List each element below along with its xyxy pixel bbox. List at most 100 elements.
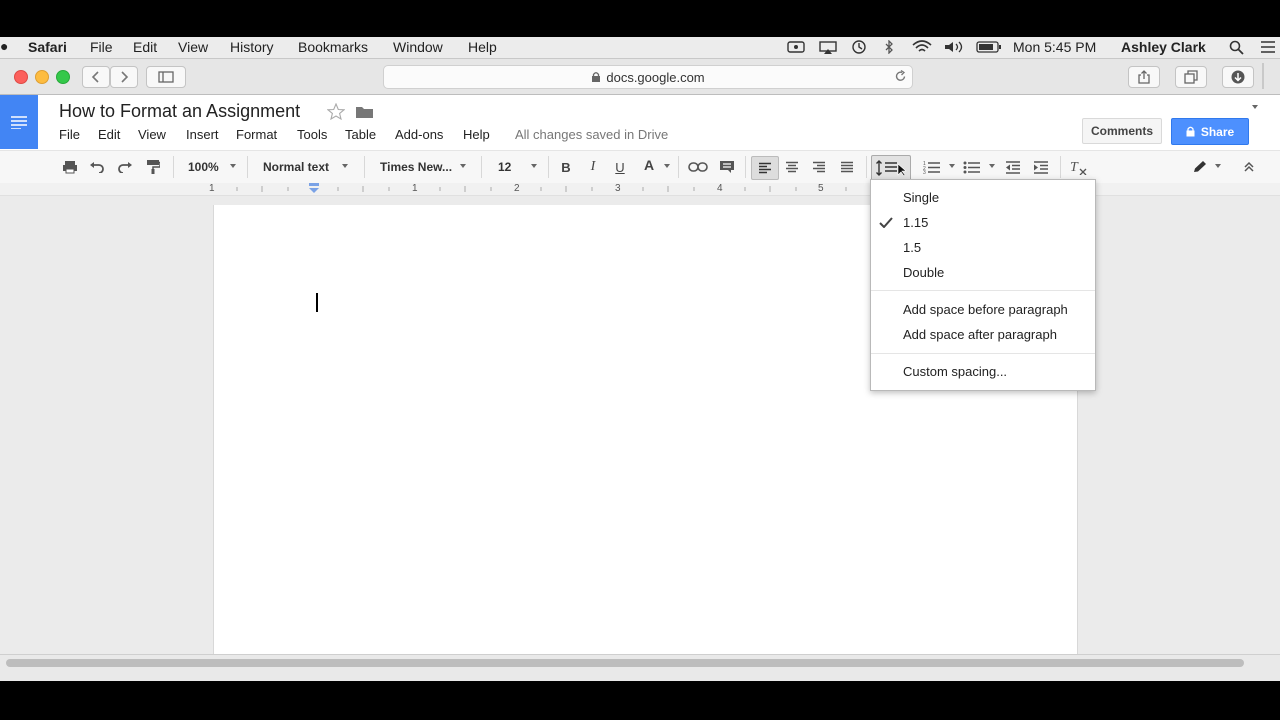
paragraph-style-select[interactable]: Normal text (263, 157, 329, 177)
print-button[interactable] (60, 157, 80, 177)
comments-button[interactable]: Comments (1082, 118, 1162, 144)
window-zoom-icon[interactable] (56, 70, 70, 84)
text-color-chevron-down-icon[interactable] (664, 164, 670, 168)
zoom-chevron-down-icon[interactable] (230, 164, 236, 168)
align-left-button[interactable] (751, 156, 779, 180)
custom-spacing[interactable]: Custom spacing... (903, 364, 1007, 379)
spotlight-search-icon[interactable] (1228, 40, 1246, 55)
menu-user[interactable]: Ashley Clark (1121, 39, 1206, 55)
toolbar-separator (548, 156, 549, 178)
increase-indent-button[interactable] (1031, 157, 1051, 177)
editing-mode-chevron-down-icon[interactable] (1215, 164, 1221, 168)
docs-menu-help[interactable]: Help (463, 127, 490, 142)
redo-button[interactable] (115, 157, 135, 177)
zoom-select[interactable]: 100% (188, 157, 219, 177)
download-icon (1231, 70, 1245, 84)
undo-button[interactable] (87, 157, 107, 177)
docs-menu-file[interactable]: File (59, 127, 80, 142)
notification-center-icon[interactable] (1258, 40, 1278, 54)
address-bar[interactable]: docs.google.com (383, 65, 913, 89)
scrollbar-thumb[interactable] (6, 659, 1244, 667)
account-dropdown-icon[interactable] (1252, 105, 1258, 109)
docs-menu-format[interactable]: Format (236, 127, 277, 142)
volume-icon[interactable] (942, 40, 966, 54)
size-chevron-down-icon[interactable] (531, 164, 537, 168)
insert-link-button[interactable] (687, 157, 709, 177)
menu-bookmarks[interactable]: Bookmarks (298, 39, 368, 55)
time-machine-icon[interactable] (849, 40, 869, 54)
editing-mode-button[interactable] (1190, 157, 1210, 177)
menu-clock[interactable]: Mon 5:45 PM (1013, 39, 1096, 55)
align-right-button[interactable] (809, 157, 829, 177)
menu-window[interactable]: Window (393, 39, 443, 55)
forward-button[interactable] (110, 66, 138, 88)
add-space-after-paragraph[interactable]: Add space after paragraph (903, 327, 1057, 342)
folder-icon[interactable] (355, 105, 374, 119)
toolbar-separator (866, 156, 867, 178)
airplay-icon[interactable] (818, 40, 838, 54)
docs-menu-addons[interactable]: Add-ons (395, 127, 443, 142)
spacing-option-1-5[interactable]: 1.5 (903, 240, 921, 255)
docs-menu-insert[interactable]: Insert (186, 127, 219, 142)
line-spacing-button[interactable] (871, 155, 911, 181)
align-center-button[interactable] (782, 157, 802, 177)
safari-toolbar: docs.google.com (0, 59, 1280, 95)
downloads-button[interactable] (1222, 66, 1254, 88)
docs-home-icon[interactable] (0, 95, 38, 149)
apple-icon[interactable]: ● (0, 38, 8, 54)
underline-button[interactable]: U (612, 157, 628, 177)
font-family-select[interactable]: Times New... (380, 157, 452, 177)
spacing-option-double[interactable]: Double (903, 265, 944, 280)
menu-edit[interactable]: Edit (133, 39, 157, 55)
bulleted-list-button[interactable] (961, 157, 983, 177)
text-color-button[interactable]: A (638, 157, 660, 177)
menu-file[interactable]: File (90, 39, 113, 55)
docs-menu-view[interactable]: View (138, 127, 166, 142)
menu-history[interactable]: History (230, 39, 274, 55)
style-chevron-down-icon[interactable] (342, 164, 348, 168)
reload-icon[interactable] (894, 70, 907, 83)
italic-button[interactable]: I (585, 157, 601, 177)
decrease-indent-button[interactable] (1003, 157, 1023, 177)
spacing-option-1-15[interactable]: 1.15 (903, 215, 928, 230)
sidebar-toggle-button[interactable] (146, 66, 186, 88)
menu-view[interactable]: View (178, 39, 208, 55)
indent-marker-icon[interactable] (308, 183, 320, 195)
document-title[interactable]: How to Format an Assignment (59, 101, 300, 122)
numbered-list-chevron-down-icon[interactable] (949, 164, 955, 168)
window-close-icon[interactable] (14, 70, 28, 84)
docs-menu-tools[interactable]: Tools (297, 127, 327, 142)
window-minimize-icon[interactable] (35, 70, 49, 84)
font-chevron-down-icon[interactable] (460, 164, 466, 168)
ruler-number: 4 (717, 183, 723, 194)
clear-formatting-button[interactable]: T (1069, 157, 1089, 177)
docs-menu-table[interactable]: Table (345, 127, 376, 142)
battery-icon[interactable] (976, 40, 1002, 54)
spacing-option-single[interactable]: Single (903, 190, 939, 205)
double-chevron-up-icon (1244, 161, 1254, 172)
justify-button[interactable] (837, 157, 857, 177)
bluetooth-icon[interactable] (882, 40, 896, 54)
facetime-icon[interactable] (786, 40, 806, 54)
horizontal-scrollbar[interactable] (0, 654, 1280, 681)
font-size-select[interactable]: 12 (498, 157, 511, 177)
back-button[interactable] (82, 66, 110, 88)
share-page-button[interactable] (1128, 66, 1160, 88)
text-cursor (316, 293, 318, 312)
bulleted-list-chevron-down-icon[interactable] (989, 164, 995, 168)
save-status[interactable]: All changes saved in Drive (515, 127, 668, 142)
star-icon[interactable] (327, 103, 345, 120)
share-button[interactable]: Share (1171, 118, 1249, 145)
wifi-icon[interactable] (911, 40, 933, 54)
menu-app-safari[interactable]: Safari (28, 39, 67, 55)
docs-menu-edit[interactable]: Edit (98, 127, 120, 142)
menu-help[interactable]: Help (468, 39, 497, 55)
show-tabs-button[interactable] (1175, 66, 1207, 88)
toolbar-separator (678, 156, 679, 178)
collapse-menus-button[interactable] (1240, 157, 1258, 177)
insert-comment-button[interactable] (717, 157, 737, 177)
numbered-list-button[interactable]: 123 (921, 157, 943, 177)
paint-format-button[interactable] (143, 157, 163, 177)
add-space-before-paragraph[interactable]: Add space before paragraph (903, 302, 1068, 317)
bold-button[interactable]: B (558, 157, 574, 177)
